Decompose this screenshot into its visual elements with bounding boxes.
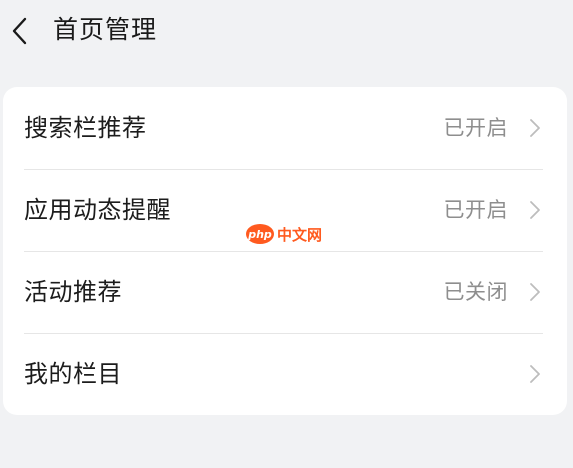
settings-row-my-columns[interactable]: 我的栏目 [3, 333, 567, 415]
chevron-right-icon [530, 201, 540, 219]
page-title: 首页管理 [53, 15, 158, 44]
back-button[interactable] [4, 12, 34, 50]
chevron-left-icon [12, 17, 27, 45]
chevron-right-icon [530, 365, 540, 383]
row-status: 已关闭 [443, 280, 508, 304]
watermark-badge: php [246, 224, 274, 244]
row-label: 搜索栏推荐 [24, 114, 147, 142]
php-cn-watermark: php 中文网 [246, 221, 331, 247]
settings-card: 搜索栏推荐 已开启 应用动态提醒 已开启 活动推荐 已关闭 我的栏目 [3, 87, 567, 415]
row-status: 已开启 [443, 116, 508, 140]
row-status: 已开启 [443, 198, 508, 222]
watermark-text: 中文网 [277, 225, 323, 244]
settings-row-activity-recommend[interactable]: 活动推荐 已关闭 [3, 251, 567, 333]
header-bar: 首页管理 [0, 0, 573, 62]
row-label: 我的栏目 [24, 360, 122, 388]
row-label: 活动推荐 [24, 278, 122, 306]
chevron-right-icon [530, 119, 540, 137]
settings-row-search-bar-recommend[interactable]: 搜索栏推荐 已开启 [3, 87, 567, 169]
chevron-right-icon [530, 283, 540, 301]
row-label: 应用动态提醒 [24, 196, 171, 224]
